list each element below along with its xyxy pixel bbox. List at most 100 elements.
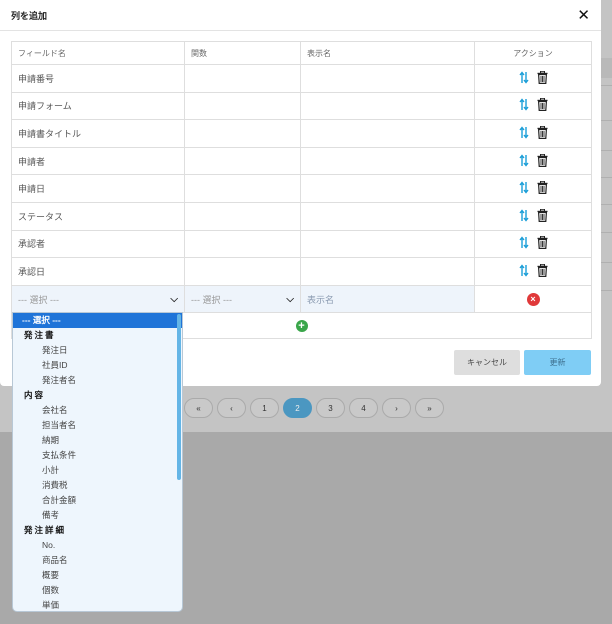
display-name-cell [300, 91, 475, 121]
column-header-function: 関数 [184, 41, 301, 65]
page-button[interactable]: » [415, 398, 444, 418]
field-name-cell: 申請日 [11, 174, 185, 203]
table-row: 申請番号 [11, 64, 592, 93]
display-name-cell [300, 174, 475, 203]
function-cell [184, 146, 301, 176]
display-name-cell [300, 229, 475, 259]
sort-arrows-icon[interactable] [518, 209, 529, 222]
field-name-cell: 承認者 [11, 229, 185, 259]
table-row: 承認日 [11, 257, 592, 286]
field-name-cell: 承認日 [11, 257, 185, 286]
page-button[interactable]: 4 [349, 398, 378, 418]
display-name-cell [300, 146, 475, 176]
field-name-cell: 申請書タイトル [11, 119, 185, 148]
page-button[interactable]: › [382, 398, 411, 418]
dropdown-scrollbar[interactable] [177, 314, 181, 480]
field-name-cell: ステータス [11, 201, 185, 231]
table-row: 承認者 [11, 229, 592, 259]
dropdown-option[interactable]: 社員ID [13, 358, 182, 373]
dropdown-option[interactable]: No. [13, 538, 182, 553]
table-row: 申請フォーム [11, 91, 592, 121]
dropdown-group-label: 内容 [24, 390, 46, 400]
function-cell [184, 64, 301, 93]
field-name-cell: 申請番号 [11, 64, 185, 93]
page-button[interactable]: 3 [316, 398, 345, 418]
dropdown-option[interactable]: 概要 [13, 568, 182, 583]
dropdown-option[interactable]: 小計 [13, 463, 182, 478]
trash-icon[interactable] [537, 181, 548, 195]
add-circle-icon[interactable]: + [295, 319, 308, 332]
column-header-field: フィールド名 [11, 41, 185, 65]
row-actions [474, 146, 592, 176]
sort-arrows-icon[interactable] [518, 98, 529, 112]
display-name-input[interactable]: 表示名 [300, 284, 475, 314]
sort-arrows-icon[interactable] [518, 153, 529, 167]
dropdown-option[interactable]: --- 選択 --- [13, 313, 182, 328]
function-select[interactable]: --- 選択 --- ⌵ [184, 284, 301, 314]
field-name-cell: 申請者 [11, 146, 185, 176]
sort-arrows-icon[interactable] [518, 71, 529, 84]
sort-arrows-icon[interactable] [518, 264, 529, 277]
row-actions [474, 119, 592, 148]
trash-icon[interactable] [537, 70, 548, 84]
trash-icon[interactable] [537, 153, 548, 167]
dropdown-option[interactable]: 備考 [13, 508, 182, 523]
table-row: 申請者 [11, 146, 592, 176]
dropdown-option[interactable]: 合計金額 [13, 493, 182, 508]
dropdown-option[interactable]: 商品名 [13, 553, 182, 568]
dropdown-option[interactable]: 発注日 [13, 343, 182, 358]
chevron-down-icon: ⌵ [170, 293, 178, 305]
page-button[interactable]: 1 [250, 398, 279, 418]
field-select-dropdown: --- 選択 --- 発注書発注日 社員ID 発注者名内容会社名 担当者名 納期 支払条件小… [12, 312, 183, 612]
dropdown-option[interactable]: 納期 [13, 433, 182, 448]
table-row: 申請書タイトル [11, 119, 592, 148]
function-cell [184, 257, 301, 286]
sort-arrows-icon[interactable] [518, 126, 529, 139]
modal-title: 列を追加 [11, 10, 48, 21]
page-button[interactable]: ‹ [217, 398, 246, 418]
remove-circle-icon[interactable]: × [526, 292, 540, 306]
function-cell [184, 229, 301, 259]
cancel-button[interactable]: キャンセル [454, 350, 520, 375]
function-select-value: --- 選択 --- [191, 294, 232, 305]
row-actions [474, 174, 592, 203]
new-column-row: --- 選択 --- ⌵ --- 選択 --- ⌵ 表示名 × [11, 284, 592, 314]
display-name-cell [300, 257, 475, 286]
row-actions [474, 257, 592, 286]
field-select-value: --- 選択 --- [18, 294, 59, 305]
dropdown-option[interactable]: 支払条件 [13, 448, 182, 463]
trash-icon[interactable] [537, 208, 548, 222]
function-cell [184, 91, 301, 121]
update-button[interactable]: 更新 [524, 350, 591, 375]
display-name-cell [300, 64, 475, 93]
page-button[interactable]: « [184, 398, 213, 418]
page-button[interactable]: 2 [283, 398, 312, 418]
table-row: ステータス [11, 201, 592, 231]
dropdown-option[interactable]: 発注者名 [13, 373, 182, 388]
trash-icon[interactable] [537, 263, 548, 277]
new-row-actions: × [474, 284, 592, 314]
dropdown-option[interactable]: 消費税 [13, 478, 182, 493]
dropdown-list: --- 選択 --- 発注書発注日 社員ID 発注者名内容会社名 担当者名 納期 支払条件小… [13, 313, 182, 611]
trash-icon[interactable] [537, 125, 548, 139]
row-actions [474, 229, 592, 259]
row-actions [474, 64, 592, 93]
dropdown-option[interactable]: 個数 [13, 583, 182, 598]
chevron-down-icon: ⌵ [286, 293, 294, 305]
trash-icon[interactable] [537, 236, 548, 250]
dropdown-option[interactable]: 担当者名 [13, 418, 182, 433]
dropdown-option[interactable]: 単価 [13, 598, 182, 611]
dropdown-group-label: 発注書 [24, 330, 56, 340]
column-header-display-name: 表示名 [300, 41, 475, 65]
trash-icon[interactable] [537, 98, 548, 112]
close-icon[interactable]: ✕ [577, 8, 590, 23]
sort-arrows-icon[interactable] [518, 236, 529, 249]
field-select[interactable]: --- 選択 --- ⌵ [11, 284, 185, 314]
row-actions [474, 91, 592, 121]
function-cell [184, 119, 301, 148]
sort-arrows-icon[interactable] [518, 181, 529, 194]
display-name-cell [300, 119, 475, 148]
column-header-action: アクション [474, 41, 592, 65]
table-row: 申請日 [11, 174, 592, 203]
dropdown-option[interactable]: 会社名 [13, 403, 182, 418]
